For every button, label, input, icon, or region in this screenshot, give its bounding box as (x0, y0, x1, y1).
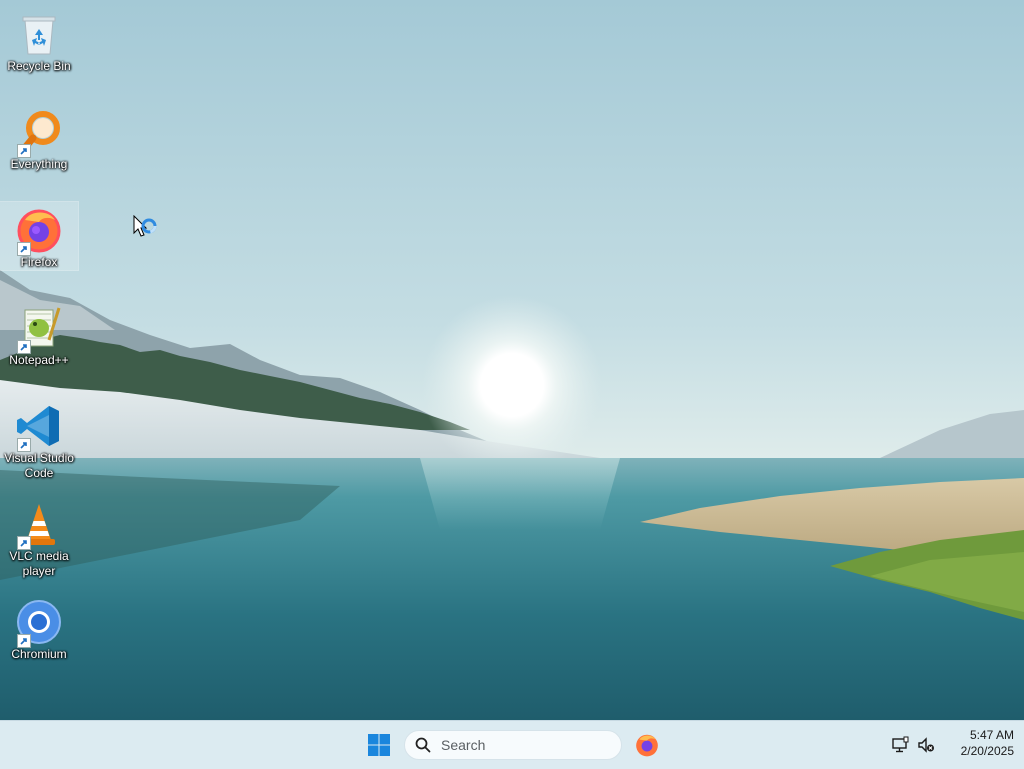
desktop-icon-firefox[interactable]: Firefox (0, 201, 79, 271)
recycle-bin-icon (15, 10, 63, 58)
shortcut-arrow-icon (17, 242, 31, 256)
start-button[interactable] (364, 731, 394, 759)
search-placeholder: Search (441, 737, 486, 753)
desktop-icon-label: Everything (10, 157, 68, 171)
desktop-icon-label: VLC media player (9, 549, 69, 578)
firefox-icon (636, 734, 658, 757)
clock-date: 2/20/2025 (960, 744, 1014, 758)
everything-search-icon (15, 108, 63, 158)
desktop-icon-everything[interactable]: Everything (0, 104, 78, 172)
desktop-icon-vlc[interactable]: VLC media player (0, 496, 78, 578)
mouse-cursor-busy-icon (133, 214, 159, 247)
shortcut-arrow-icon (17, 536, 31, 550)
chromium-icon (15, 598, 63, 648)
desktop-icon-notepad-plus-plus[interactable]: Notepad++ (0, 300, 78, 368)
taskbar: Search 5:47 AM 2/20/2025 (0, 720, 1024, 769)
desktop-icon-label: Recycle Bin (7, 59, 71, 73)
firefox-icon (15, 206, 63, 256)
notepad-plus-plus-icon (15, 304, 63, 354)
desktop-icon-chromium[interactable]: Chromium (0, 594, 78, 662)
taskbar-clock[interactable]: 5:47 AM 2/20/2025 (944, 727, 1014, 759)
volume-muted-icon[interactable] (916, 735, 936, 755)
vscode-icon (15, 402, 63, 452)
desktop-icon-label: Notepad++ (9, 353, 69, 367)
desktop-wallpaper[interactable] (0, 0, 1024, 720)
network-icon[interactable] (890, 735, 910, 755)
shortcut-arrow-icon (17, 144, 31, 158)
clock-time: 5:47 AM (969, 728, 1014, 742)
desktop-icon-recycle-bin[interactable]: Recycle Bin (0, 6, 78, 74)
search-icon (415, 737, 431, 753)
vlc-cone-icon (15, 500, 63, 550)
desktop-icon-label: Visual Studio Code (4, 451, 74, 480)
desktop-icon-visual-studio-code[interactable]: Visual Studio Code (0, 398, 78, 480)
taskbar-search-box[interactable]: Search (404, 730, 622, 760)
shortcut-arrow-icon (17, 634, 31, 648)
windows-logo-icon (368, 734, 390, 756)
desktop-icon-label: Firefox (20, 255, 58, 269)
desktop-icon-label: Chromium (11, 647, 67, 661)
shortcut-arrow-icon (17, 340, 31, 354)
taskbar-app-firefox[interactable] (632, 730, 662, 760)
shortcut-arrow-icon (17, 438, 31, 452)
